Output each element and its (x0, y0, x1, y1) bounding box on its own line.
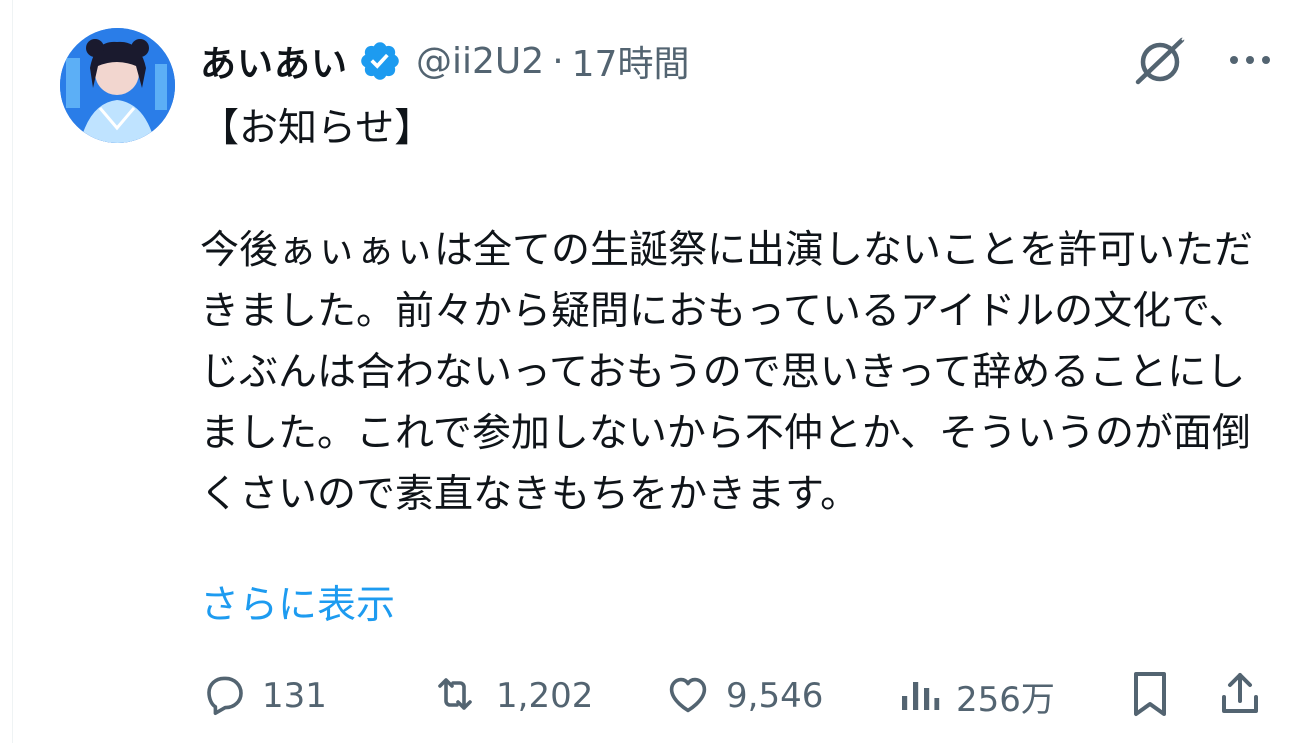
timestamp[interactable]: 17時間 (572, 35, 690, 87)
heart-icon (664, 670, 712, 722)
views-icon (898, 670, 942, 722)
more-icon[interactable] (1228, 50, 1272, 70)
like-button[interactable]: 9,546 (664, 668, 823, 724)
author-handle[interactable]: @ii2U2 (416, 41, 544, 82)
tweet-action-bar: 131 1,202 9,546 256万 (200, 668, 1270, 724)
tweet-text: 【お知らせ】 今後ぁぃぁぃは全ての生誕祭に出演しないことを許可いただきました。前… (200, 106, 1254, 517)
share-button[interactable] (1218, 668, 1262, 724)
reply-button[interactable]: 131 (200, 668, 327, 724)
share-icon (1218, 669, 1262, 723)
reply-icon (200, 670, 248, 722)
avatar[interactable] (60, 28, 175, 143)
views-count: 256万 (956, 679, 1055, 720)
bookmark-button[interactable] (1128, 668, 1172, 724)
views-button[interactable]: 256万 (898, 668, 1055, 724)
retweet-button[interactable]: 1,202 (428, 668, 593, 724)
separator: · (552, 40, 564, 82)
tweet-header-actions (1130, 32, 1272, 88)
author-display-name[interactable]: あいあい (200, 35, 348, 87)
reply-count: 131 (262, 676, 327, 716)
retweet-icon (428, 670, 482, 722)
verified-badge-icon (358, 39, 402, 83)
bookmark-icon (1128, 669, 1172, 723)
show-more-link[interactable]: さらに表示 (200, 575, 395, 636)
like-count: 9,546 (726, 676, 824, 716)
tweet-header: あいあい @ii2U2 · 17時間 (200, 36, 689, 86)
grok-icon[interactable] (1130, 32, 1190, 88)
retweet-count: 1,202 (496, 676, 594, 716)
timeline-border (12, 0, 13, 743)
